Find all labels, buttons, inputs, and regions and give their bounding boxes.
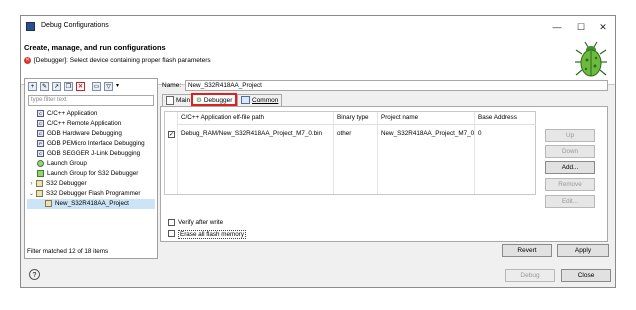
c-config-icon: C xyxy=(37,129,44,137)
s32-project-icon xyxy=(45,199,52,207)
table-header: Binary type xyxy=(337,114,369,121)
erase-checkbox[interactable] xyxy=(168,230,175,237)
name-label: Name: xyxy=(162,82,182,89)
column-divider xyxy=(377,112,378,194)
table-cell-address: 0 xyxy=(478,130,482,137)
dialog-footer: ? Debug Close xyxy=(21,263,615,287)
table-cell-type: other xyxy=(337,130,352,137)
tree-item[interactable]: C C/C++ Application xyxy=(27,109,157,119)
tree-item[interactable]: C C/C++ Remote Application xyxy=(27,119,157,129)
debug-configurations-window: Debug Configurations — ☐ ✕ Create, manag… xyxy=(20,15,616,288)
debug-button[interactable]: Debug xyxy=(505,269,555,282)
flash-file-table: C/C++ Application elf-file path Binary t… xyxy=(164,111,536,195)
revert-button[interactable]: Revert xyxy=(502,244,552,257)
tree-item[interactable]: C GDB SEGGER J-Link Debugging xyxy=(27,149,157,159)
configuration-editor-panel: Name: New_S32R418AA_Project Main ⚙ Debugg… xyxy=(160,78,614,259)
tab-common[interactable]: Common xyxy=(237,94,283,106)
maximize-button[interactable]: ☐ xyxy=(575,21,587,33)
chevron-right-icon[interactable]: › xyxy=(28,179,35,189)
filter-status: Filter matched 12 of 18 items xyxy=(27,248,109,255)
close-button[interactable]: Close xyxy=(561,269,611,282)
common-tab-icon xyxy=(241,96,250,105)
minimize-button[interactable]: — xyxy=(551,21,563,33)
new-prototype-icon[interactable]: ✎ xyxy=(40,82,49,91)
configuration-list-panel: + ✎ ↗ ❐ ✕ ▭ ▽ ▾ type filter text C C/C++ … xyxy=(24,78,158,259)
tab-debugger[interactable]: ⚙ Debugger xyxy=(191,93,238,106)
c-config-icon: C xyxy=(37,119,44,127)
remove-button[interactable]: Remove xyxy=(545,178,595,191)
s32-flash-icon xyxy=(36,189,43,197)
column-divider xyxy=(333,112,334,194)
collapse-all-icon[interactable]: ▭ xyxy=(92,82,101,91)
tree-item[interactable]: Launch Group for S32 Debugger xyxy=(27,169,157,179)
tree-item[interactable]: Launch Group xyxy=(27,159,157,169)
launch-group-icon xyxy=(37,169,44,177)
duplicate-icon[interactable]: ❐ xyxy=(64,82,73,91)
table-header: Base Address xyxy=(478,114,517,121)
c-config-icon: C xyxy=(37,149,44,157)
pemicro-icon: P xyxy=(37,139,44,147)
title-bar: Debug Configurations — ☐ ✕ xyxy=(21,16,615,38)
table-cell-project: New_S32R418AA_Project_M7_0 xyxy=(381,130,475,137)
column-divider xyxy=(177,112,178,194)
main-tab-icon xyxy=(166,95,174,105)
column-divider xyxy=(474,112,475,194)
error-text: [Debugger]: Select device containing pro… xyxy=(34,57,211,65)
configuration-tree: C C/C++ Application C C/C++ Remote Applica… xyxy=(27,109,157,209)
export-icon[interactable]: ↗ xyxy=(52,82,61,91)
name-field[interactable]: New_S32R418AA_Project xyxy=(185,80,608,91)
tab-main[interactable]: Main xyxy=(162,94,195,106)
window-title: Debug Configurations xyxy=(41,22,109,29)
tree-item-selected[interactable]: New_S32R418AA_Project xyxy=(27,199,155,209)
launch-group-icon xyxy=(37,159,44,167)
c-config-icon: C xyxy=(37,109,44,117)
close-window-button[interactable]: ✕ xyxy=(597,21,609,33)
up-button[interactable]: Up xyxy=(545,129,595,142)
erase-label: Erase all flash memory xyxy=(178,230,247,239)
header-error-message: ✕ [Debugger]: Select device containing pr… xyxy=(24,57,211,64)
add-button[interactable]: Add... xyxy=(545,161,595,174)
apply-button[interactable]: Apply xyxy=(557,244,609,257)
app-icon xyxy=(26,22,35,31)
edit-button[interactable]: Edit... xyxy=(545,195,595,208)
s32-debugger-icon xyxy=(36,179,43,187)
new-configuration-icon[interactable]: + xyxy=(28,82,37,91)
header-title: Create, manage, and run configurations xyxy=(24,43,166,52)
header-separator xyxy=(177,124,536,125)
filter-icon[interactable]: ▽ xyxy=(104,82,113,91)
tree-item[interactable]: ⌄ S32 Debugger Flash Programmer xyxy=(27,189,157,199)
tree-item[interactable]: P GDB PEMicro Interface Debugging xyxy=(27,139,157,149)
verify-label: Verify after write xyxy=(178,219,224,226)
error-icon: ✕ xyxy=(24,57,31,64)
filter-input[interactable]: type filter text xyxy=(28,95,154,106)
tree-item[interactable]: C GDB Hardware Debugging xyxy=(27,129,157,139)
bug-logo-icon xyxy=(575,41,607,77)
down-button[interactable]: Down xyxy=(545,145,595,158)
table-cell-path: Debug_RAM/New_S32R418AA_Project_M7_0.bin xyxy=(181,130,323,137)
view-menu-chevron-down-icon[interactable]: ▾ xyxy=(116,82,119,89)
table-header: Project name xyxy=(381,114,419,121)
tree-item[interactable]: › S32 Debugger xyxy=(27,179,157,189)
chevron-down-icon[interactable]: ⌄ xyxy=(28,189,35,199)
debugger-tab-content: C/C++ Application elf-file path Binary t… xyxy=(160,106,608,242)
verify-checkbox[interactable] xyxy=(168,219,175,226)
debugger-tab-icon: ⚙ xyxy=(196,97,202,104)
delete-icon[interactable]: ✕ xyxy=(76,82,85,91)
row-checkbox[interactable]: ✓ xyxy=(168,131,175,138)
help-icon[interactable]: ? xyxy=(29,269,40,280)
table-header: C/C++ Application elf-file path xyxy=(181,114,264,121)
